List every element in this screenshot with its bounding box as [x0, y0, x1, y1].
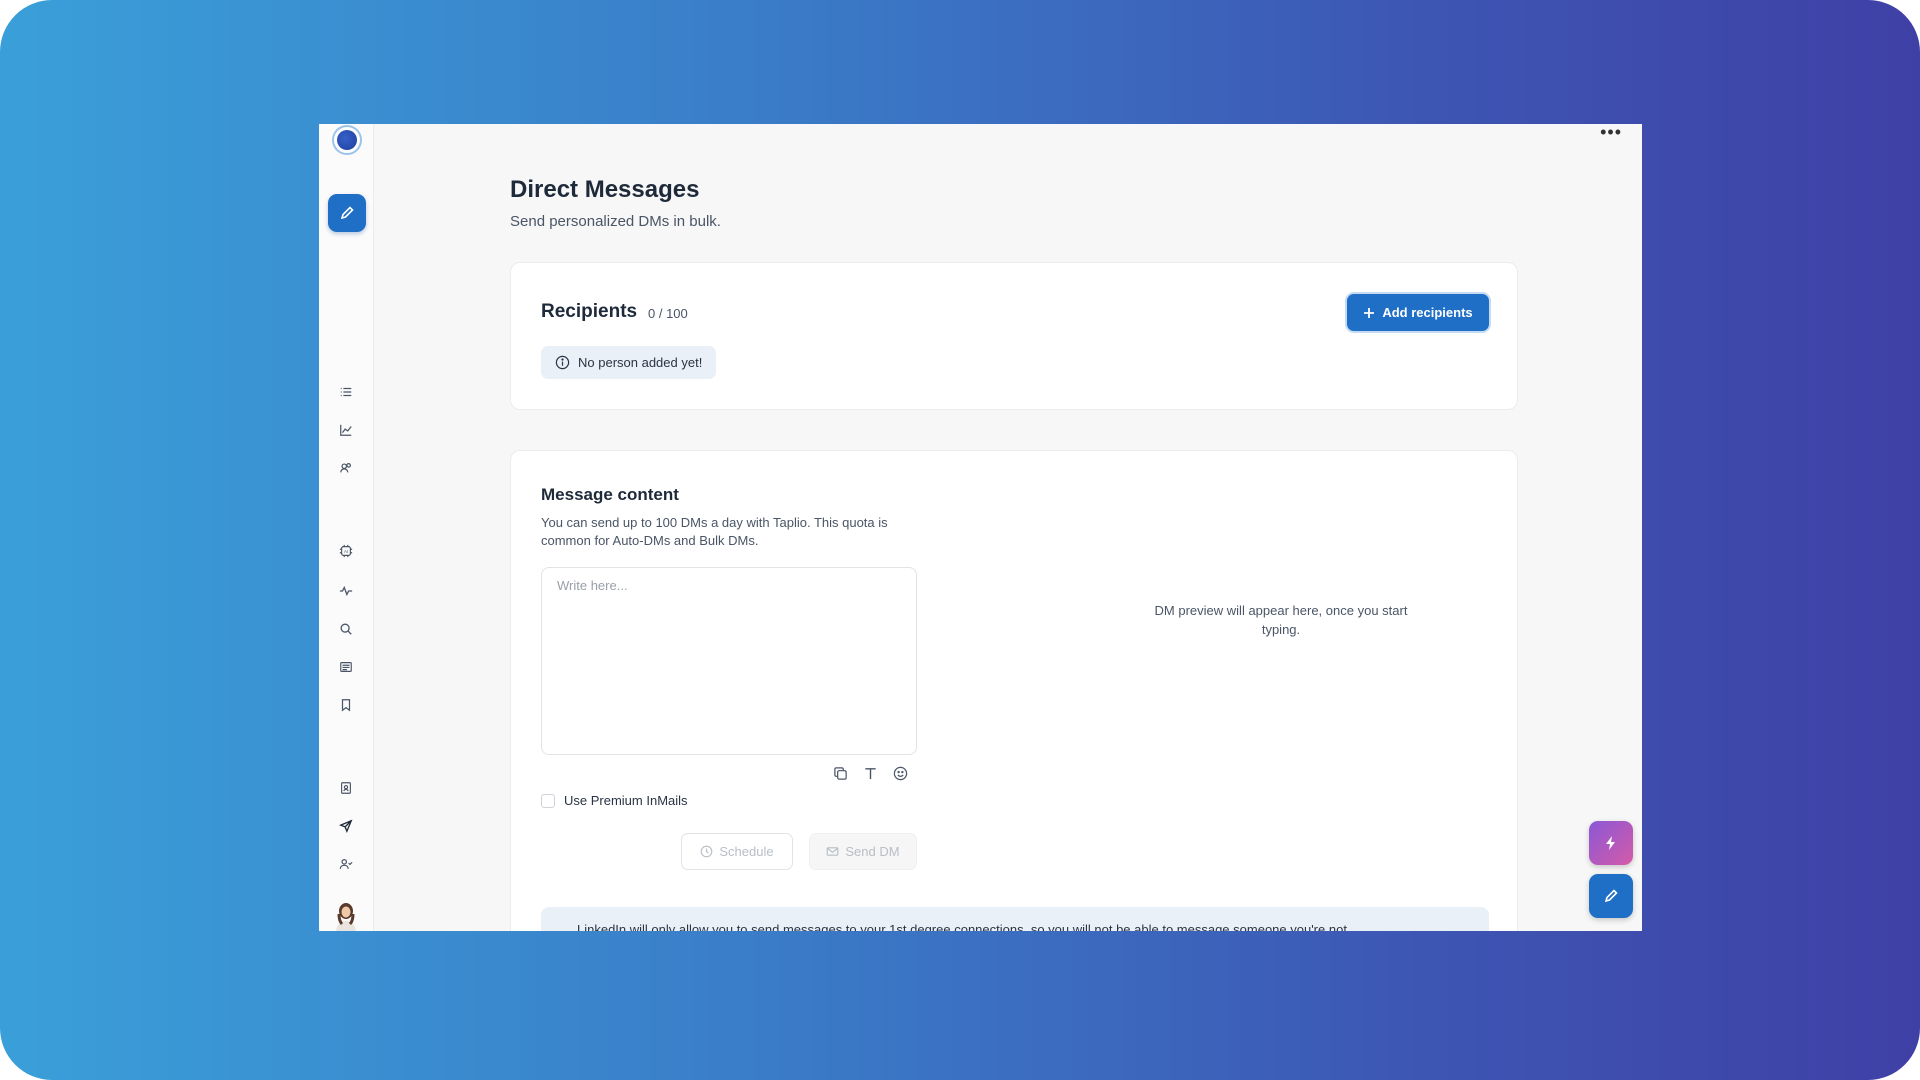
- sidebar-item-activity[interactable]: [336, 581, 356, 601]
- no-recipients-notice: No person added yet!: [541, 346, 717, 379]
- recipients-count: 0 / 100: [648, 306, 688, 321]
- message-description: You can send up to 100 DMs a day with Ta…: [541, 515, 888, 548]
- message-title: Message content: [541, 485, 679, 504]
- pencil-icon: [1604, 889, 1618, 903]
- user-avatar-icon: [336, 903, 356, 931]
- more-options-icon[interactable]: •••: [1600, 124, 1622, 141]
- send-icon: [339, 819, 353, 833]
- page-title: Direct Messages: [510, 176, 700, 203]
- gradient-backdrop: AI ••• Direct Messages Send personalized…: [0, 0, 1920, 1080]
- send-dm-label: Send DM: [845, 844, 900, 859]
- editor-toolbar: [831, 764, 909, 782]
- message-card: Message content You can send up to 100 D…: [510, 450, 1518, 931]
- people-icon: [339, 859, 353, 869]
- app-logo[interactable]: [332, 125, 362, 155]
- add-recipients-button[interactable]: Add recipients: [1347, 294, 1489, 331]
- mail-icon: [827, 847, 839, 856]
- sidebar: AI: [319, 124, 374, 931]
- premium-inmail-option[interactable]: Use Premium InMails: [541, 793, 688, 808]
- recipients-card: Recipients 0 / 100 Add recipients No per…: [510, 262, 1518, 410]
- premium-inmail-checkbox[interactable]: [541, 793, 555, 808]
- text-format-icon: [864, 767, 876, 779]
- chart-icon: [340, 424, 352, 436]
- quick-action-button[interactable]: [1589, 821, 1633, 865]
- list-icon: [340, 387, 352, 397]
- sidebar-item-search[interactable]: [336, 619, 356, 639]
- sidebar-item-contacts[interactable]: [336, 778, 356, 798]
- search-icon: [340, 623, 352, 635]
- linkedin-notice: LinkedIn will only allow you to send mes…: [541, 907, 1489, 931]
- dm-preview-placeholder: DM preview will appear here, once you st…: [1154, 603, 1408, 637]
- info-icon: [555, 355, 570, 370]
- linkedin-notice-text: LinkedIn will only allow you to send mes…: [577, 922, 1347, 931]
- pencil-icon: [340, 206, 354, 220]
- add-recipients-label: Add recipients: [1382, 305, 1473, 320]
- floating-compose-button[interactable]: [1589, 874, 1633, 918]
- page-subtitle: Send personalized DMs in bulk.: [510, 213, 721, 230]
- premium-inmail-label: Use Premium InMails: [564, 793, 688, 808]
- app-window: AI ••• Direct Messages Send personalized…: [319, 124, 1642, 931]
- svg-text:AI: AI: [344, 549, 348, 554]
- send-dm-button[interactable]: Send DM: [809, 833, 917, 870]
- plus-icon: [1364, 307, 1375, 318]
- contact-icon: [341, 782, 351, 794]
- sidebar-item-analytics[interactable]: [336, 420, 356, 440]
- schedule-label: Schedule: [719, 844, 774, 859]
- sidebar-item-ai[interactable]: AI: [336, 541, 356, 561]
- bookmark-icon: [341, 699, 351, 712]
- sidebar-item-feed[interactable]: [336, 657, 356, 677]
- sidebar-item-bookmarks[interactable]: [336, 695, 356, 715]
- copy-icon: [833, 766, 847, 780]
- logo-dot-icon: [337, 130, 357, 150]
- message-input[interactable]: [541, 567, 917, 755]
- sidebar-item-queue[interactable]: [336, 382, 356, 402]
- text-format-button[interactable]: [861, 764, 879, 782]
- schedule-button[interactable]: Schedule: [681, 833, 793, 870]
- activity-icon: [339, 585, 353, 597]
- emoji-button[interactable]: [891, 764, 909, 782]
- avatar[interactable]: [332, 900, 360, 931]
- clock-icon: [701, 845, 713, 858]
- sidebar-item-direct-messages[interactable]: [336, 816, 356, 836]
- sidebar-item-people[interactable]: [336, 854, 356, 874]
- copy-button[interactable]: [831, 764, 849, 782]
- lightning-icon: [1606, 836, 1615, 850]
- sidebar-item-engagement[interactable]: [336, 458, 356, 478]
- users-icon: [340, 463, 351, 473]
- recipients-title: Recipients: [541, 301, 638, 322]
- no-recipients-text: No person added yet!: [578, 355, 703, 370]
- emoji-icon: [893, 766, 907, 780]
- ai-icon: AI: [339, 544, 353, 558]
- newspaper-icon: [340, 662, 352, 672]
- compose-button[interactable]: [328, 194, 366, 232]
